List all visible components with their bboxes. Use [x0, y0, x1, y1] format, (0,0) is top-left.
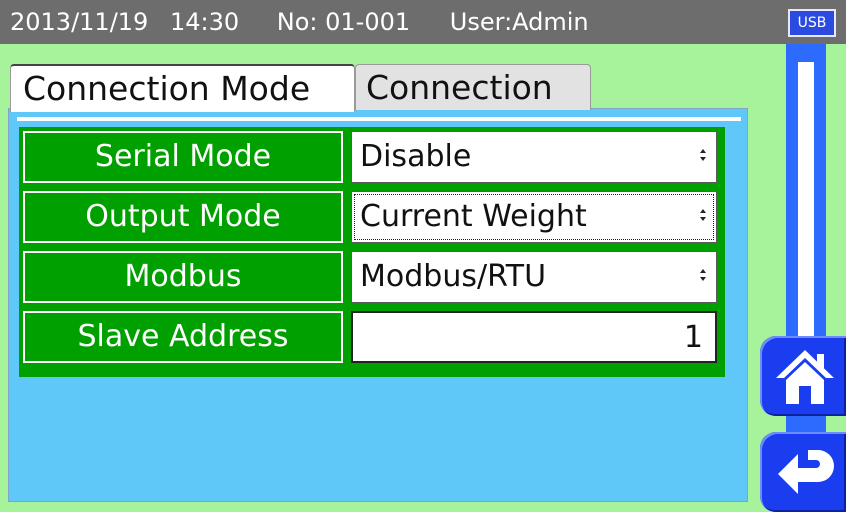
dropdown-arrows-icon: [700, 269, 706, 285]
return-arrow-icon: [778, 450, 834, 494]
slave-address-label: Slave Address: [23, 311, 343, 363]
output-mode-label: Output Mode: [23, 191, 343, 243]
panel-divider: [17, 117, 741, 121]
settings-table: Serial Mode Disable Output Mode Current …: [19, 127, 725, 377]
settings-panel: Serial Mode Disable Output Mode Current …: [8, 108, 748, 502]
status-user: User:Admin: [449, 8, 589, 36]
back-button[interactable]: [760, 432, 846, 512]
slave-address-input[interactable]: 1: [351, 311, 717, 363]
tab-connection[interactable]: Connection: [355, 64, 591, 110]
usb-badge[interactable]: USB: [788, 9, 836, 37]
modbus-value: Modbus/RTU: [360, 259, 547, 294]
serial-mode-value: Disable: [360, 139, 472, 174]
modbus-label: Modbus: [23, 251, 343, 303]
home-icon: [776, 350, 834, 404]
output-mode-select[interactable]: Current Weight: [351, 191, 717, 243]
home-button[interactable]: [760, 336, 846, 416]
serial-mode-label: Serial Mode: [23, 131, 343, 183]
tab-connection-mode[interactable]: Connection Mode: [10, 64, 355, 112]
modbus-select[interactable]: Modbus/RTU: [351, 251, 717, 303]
scrollbar-thumb[interactable]: [798, 62, 814, 352]
status-time: 14:30: [169, 8, 240, 36]
serial-mode-select[interactable]: Disable: [351, 131, 717, 183]
dropdown-arrows-icon: [700, 149, 706, 165]
output-mode-value: Current Weight: [360, 199, 587, 234]
status-number: No: 01-001: [276, 8, 411, 36]
dropdown-arrows-icon: [700, 209, 706, 225]
status-bar: 2013/11/19 14:30 No: 01-001 User:Admin U…: [0, 0, 846, 44]
status-date: 2013/11/19: [10, 8, 149, 36]
